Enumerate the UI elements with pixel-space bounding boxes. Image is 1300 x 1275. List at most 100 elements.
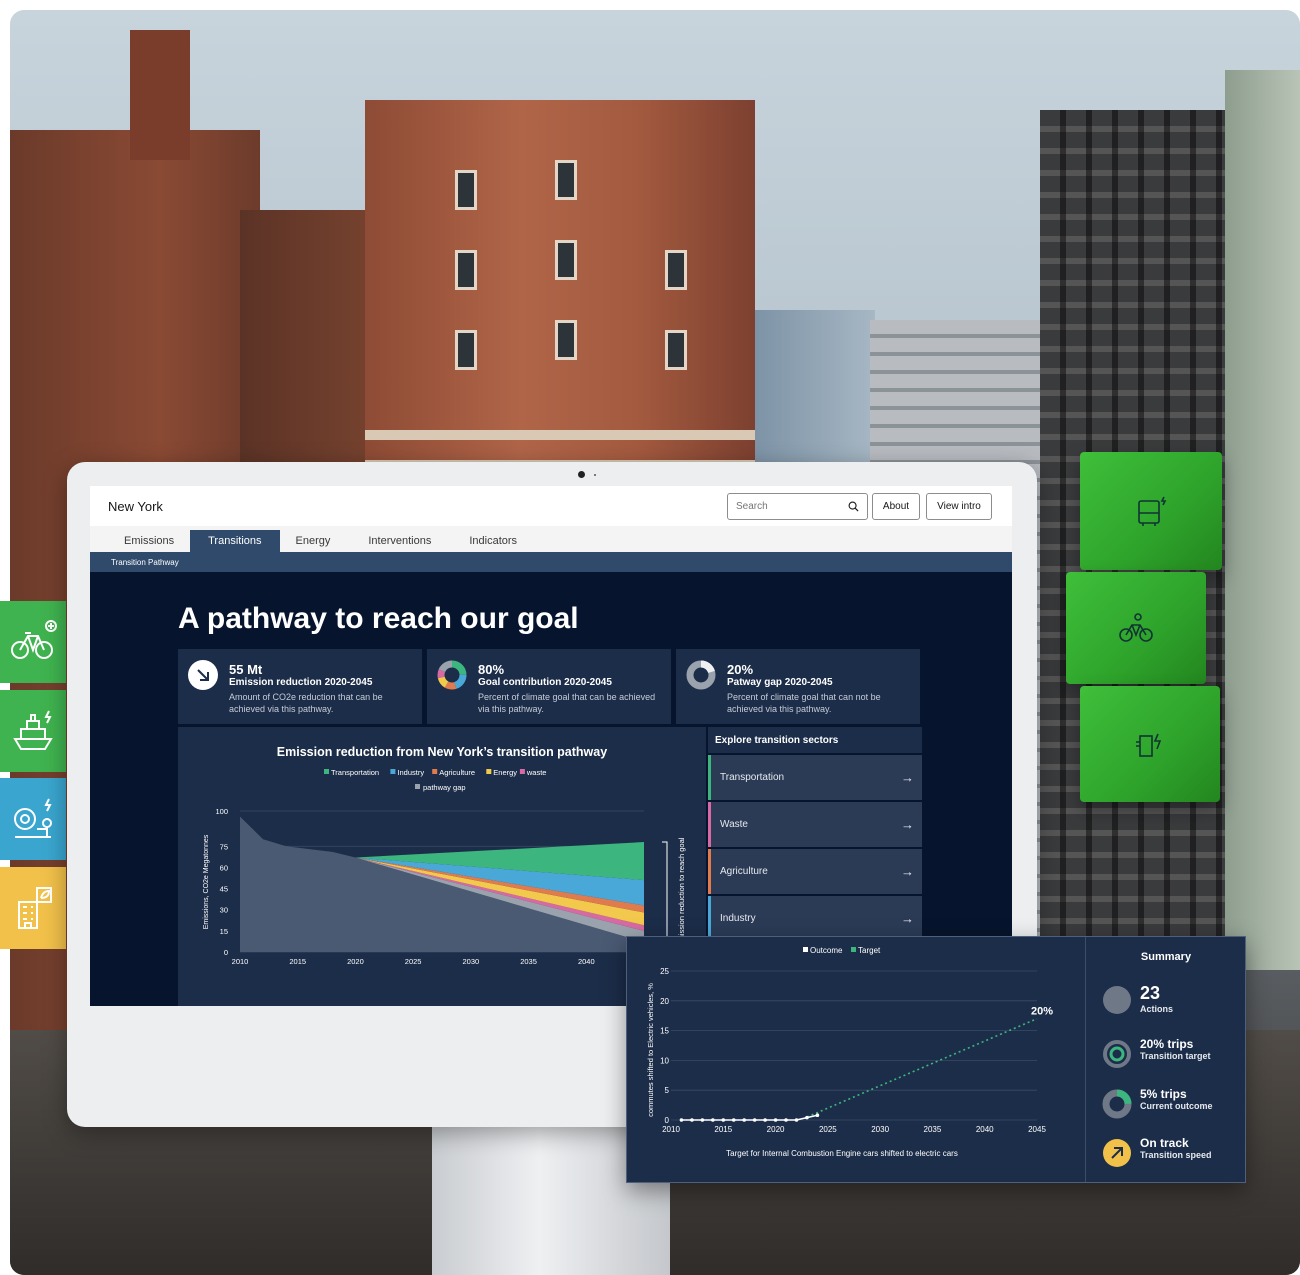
x-tick-label: 2015	[714, 1125, 732, 1134]
camera-icon	[578, 471, 585, 478]
charger-cube	[1080, 686, 1220, 802]
arrow-up-right-icon	[1103, 1139, 1131, 1167]
search-input[interactable]	[736, 501, 836, 512]
y-tick-label: 5	[665, 1086, 670, 1095]
sector-label: Waste	[720, 819, 748, 830]
summary-item: 5% trips Current outcome	[1102, 1087, 1242, 1123]
grey-dot-icon	[1103, 986, 1131, 1014]
kpi-card: 20% Patway gap 2020-2045 Percent of clim…	[676, 649, 920, 724]
tab-emissions[interactable]: Emissions	[108, 530, 190, 552]
x-tick-label: 2035	[924, 1125, 942, 1134]
search-box[interactable]	[727, 493, 868, 520]
x-tick-label: 2040	[578, 957, 595, 966]
outcome-point	[752, 1118, 757, 1122]
legend-label: waste	[526, 768, 547, 777]
arrow-right-icon: →	[901, 770, 914, 785]
sector-industry[interactable]: Industry →	[708, 896, 922, 941]
x-tick-label: 2035	[520, 957, 537, 966]
outcome-point	[721, 1118, 726, 1122]
x-tick-label: 2020	[767, 1125, 785, 1134]
summary-value: 5% trips	[1140, 1087, 1187, 1101]
y-tick-label: 15	[660, 1027, 669, 1036]
x-tick-label: 2025	[819, 1125, 837, 1134]
x-tick-label: 2020	[347, 957, 364, 966]
y-tick-label: 10	[660, 1056, 669, 1065]
arrow-down-right-icon	[188, 660, 218, 690]
y-tick-label: 20	[660, 997, 669, 1006]
tab-transitions[interactable]: Transitions	[190, 530, 280, 552]
y-tick-label: 75	[220, 842, 228, 851]
bicycle-icon	[11, 620, 57, 659]
kpi-description: Percent of climate goal that can not be …	[727, 692, 881, 714]
legend-label: Energy	[493, 768, 517, 777]
outcome-point	[711, 1118, 715, 1122]
arrow-right-icon: →	[901, 911, 914, 926]
sector-transportation[interactable]: Transportation →	[708, 755, 922, 800]
target-line	[806, 1017, 1038, 1118]
outcome-point	[805, 1115, 809, 1120]
x-tick-label: 2030	[463, 957, 480, 966]
about-button[interactable]: About	[872, 493, 920, 520]
kpi-description: Percent of climate goal that can be achi…	[478, 692, 656, 714]
main-tabs: Emissions Transitions Energy Interventio…	[90, 526, 1012, 552]
outcome-point	[794, 1118, 799, 1122]
right-axis-label: Emission reduction to reach goal	[677, 837, 686, 946]
electric-bus-icon	[1138, 496, 1167, 526]
legend-label: Industry	[397, 768, 424, 777]
green-building-icon	[18, 887, 52, 929]
chimney	[130, 30, 190, 160]
y-tick-label: 100	[215, 807, 228, 816]
ev-target-card: Outcome Target 0 5 10 15 20 25 2010 2015 2020 2025 2…	[626, 936, 1246, 1183]
tab-interventions[interactable]: Interventions	[346, 530, 453, 552]
tab-energy[interactable]: Energy	[280, 530, 347, 552]
x-axis-label: Target for Internal Combustion Engine ca…	[726, 1149, 958, 1158]
x-tick-label: 2025	[405, 957, 422, 966]
tab-indicators[interactable]: Indicators	[453, 530, 533, 552]
x-tick-label: 2030	[871, 1125, 889, 1134]
y-tick-label: 0	[224, 948, 228, 957]
kpi-label: Patway gap 2020-2045	[727, 677, 833, 688]
outcome-point	[763, 1118, 767, 1122]
bicycle-cube	[1066, 572, 1206, 684]
legend-label: Outcome	[810, 946, 843, 955]
target-annotation: 20%	[1031, 1006, 1053, 1018]
ev-charger-icon	[1136, 733, 1162, 757]
kpi-value: 20%	[727, 662, 754, 677]
x-tick-label: 2010	[232, 957, 249, 966]
y-axis-label: commutes shifted to Electric vehicles, %	[646, 983, 655, 1117]
energy-tab[interactable]	[0, 778, 66, 860]
ship-tab[interactable]	[0, 690, 66, 772]
summary-label: Current outcome	[1140, 1101, 1213, 1111]
outcome-point	[731, 1118, 736, 1122]
progress-donut-icon	[1102, 1089, 1132, 1119]
x-tick-label: 2045	[1028, 1125, 1046, 1134]
bicycle-tab[interactable]	[0, 601, 66, 683]
x-tick-label: 2010	[662, 1125, 680, 1134]
sector-label: Transportation	[720, 772, 785, 783]
outcome-point	[679, 1118, 684, 1122]
y-axis-label: Emissions, CO2e Megatonnes	[203, 834, 210, 929]
app-header: New York About View intro	[90, 486, 1012, 526]
summary-item: On track Transition speed	[1102, 1136, 1242, 1172]
legend-swatch	[519, 769, 525, 774]
subnav-transition-pathway[interactable]: Transition Pathway	[90, 552, 1012, 572]
power-plant-icon	[14, 798, 52, 838]
sector-agriculture[interactable]: Agriculture →	[708, 849, 922, 894]
kpi-value: 55 Mt	[229, 662, 263, 677]
y-tick-label: 25	[660, 967, 669, 976]
summary-value: 23	[1140, 983, 1161, 1003]
sector-waste[interactable]: Waste →	[708, 802, 922, 847]
summary-title: Summary	[1140, 951, 1192, 963]
y-tick-label: 45	[220, 885, 228, 894]
view-intro-button[interactable]: View intro	[926, 493, 992, 520]
summary-label: Actions	[1140, 1004, 1174, 1014]
outcome-point	[784, 1118, 788, 1122]
outcome-point	[742, 1118, 746, 1122]
donut-gap-icon	[686, 660, 716, 690]
legend-label: Target	[858, 946, 881, 955]
page-title: A pathway to reach our goal	[178, 602, 579, 635]
building-tab[interactable]	[0, 867, 66, 949]
legend-swatch	[415, 784, 420, 789]
summary-label: Transition target	[1140, 1051, 1211, 1061]
search-icon[interactable]	[848, 501, 859, 512]
